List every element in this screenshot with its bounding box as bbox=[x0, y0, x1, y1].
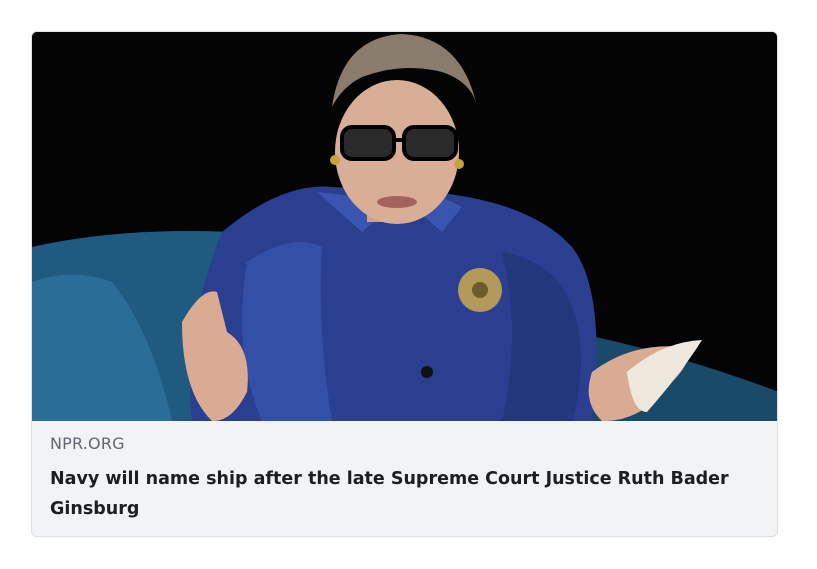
glasses-right-lens bbox=[402, 125, 458, 161]
article-image[interactable] bbox=[32, 32, 777, 421]
earring-right bbox=[454, 159, 464, 169]
jacket-button bbox=[421, 366, 433, 378]
mouth bbox=[377, 196, 417, 208]
article-headline[interactable]: Navy will name ship after the late Supre… bbox=[50, 464, 759, 524]
link-preview-card[interactable]: NPR.ORG Navy will name ship after the la… bbox=[31, 31, 778, 537]
glasses-left-lens bbox=[340, 125, 396, 161]
link-caption[interactable]: NPR.ORG Navy will name ship after the la… bbox=[32, 421, 777, 524]
source-domain: NPR.ORG bbox=[50, 434, 125, 453]
earring-left bbox=[330, 155, 340, 165]
brooch-center bbox=[472, 282, 488, 298]
jacket-sleeve-left bbox=[242, 242, 332, 421]
glasses-bridge bbox=[392, 138, 406, 142]
photo-illustration bbox=[32, 32, 777, 421]
